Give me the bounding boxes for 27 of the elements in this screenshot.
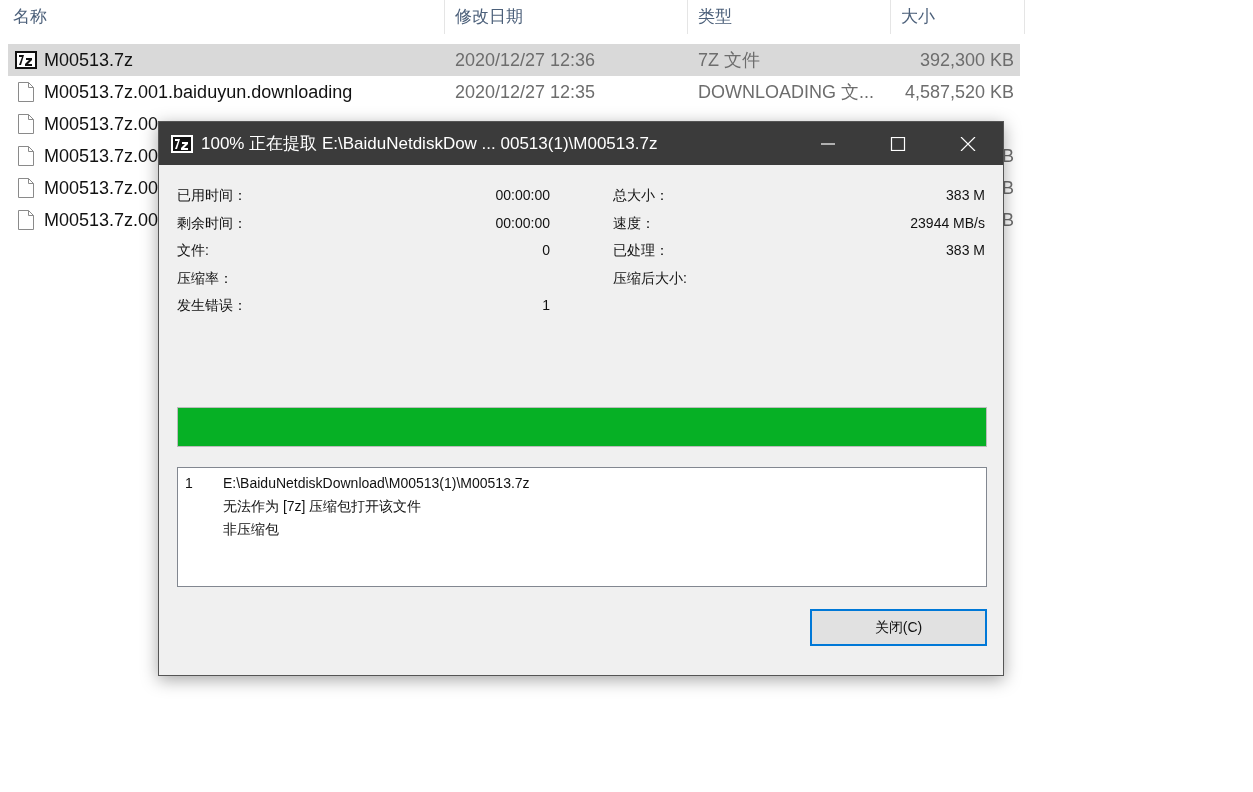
file-type: 7Z 文件	[698, 49, 760, 70]
stat-label: 发生错误：	[177, 296, 247, 315]
file-size: 392,300 KB	[919, 48, 1014, 72]
log-index: 1	[185, 474, 194, 493]
stat-value: 0	[542, 241, 550, 260]
stat-label: 已处理：	[613, 241, 669, 260]
stat-value: 383 M	[946, 186, 985, 205]
stat-value: 1	[542, 296, 550, 315]
stat-label: 速度：	[613, 213, 655, 233]
log-message: 无法作为 [7z] 压缩包打开该文件	[223, 497, 423, 516]
window-title: 100% 正在提取 E:\BaiduNetdiskDow ... 00513(1)\M00513.7z	[201, 132, 659, 155]
file-date: 2020/12/27 12:35	[455, 81, 596, 102]
log-message: 非压缩包	[223, 520, 280, 539]
stat-value: 00:00:00	[495, 213, 550, 233]
file-date: 2020/12/27 12:36	[455, 49, 596, 70]
log-message: E:\BaiduNetdiskDownload\M00513(1)\M00513.7z	[223, 474, 530, 493]
stat-label: 压缩率：	[177, 268, 233, 288]
stat-label: 剩余时间：	[177, 213, 247, 233]
file-size: 4,587,520 KB	[904, 80, 1014, 104]
file-type: DOWNLOADING 文...	[698, 81, 874, 102]
stat-label: 压缩后大小:	[613, 268, 687, 288]
stat-label: 已用时间：	[177, 186, 247, 205]
stat-value: 00:00:00	[495, 186, 550, 205]
stat-label: 总大小：	[613, 186, 669, 205]
stat-value: 383 M	[946, 241, 985, 260]
stat-label: 文件:	[177, 241, 209, 260]
stat-value: 23944 MB/s	[910, 213, 985, 233]
